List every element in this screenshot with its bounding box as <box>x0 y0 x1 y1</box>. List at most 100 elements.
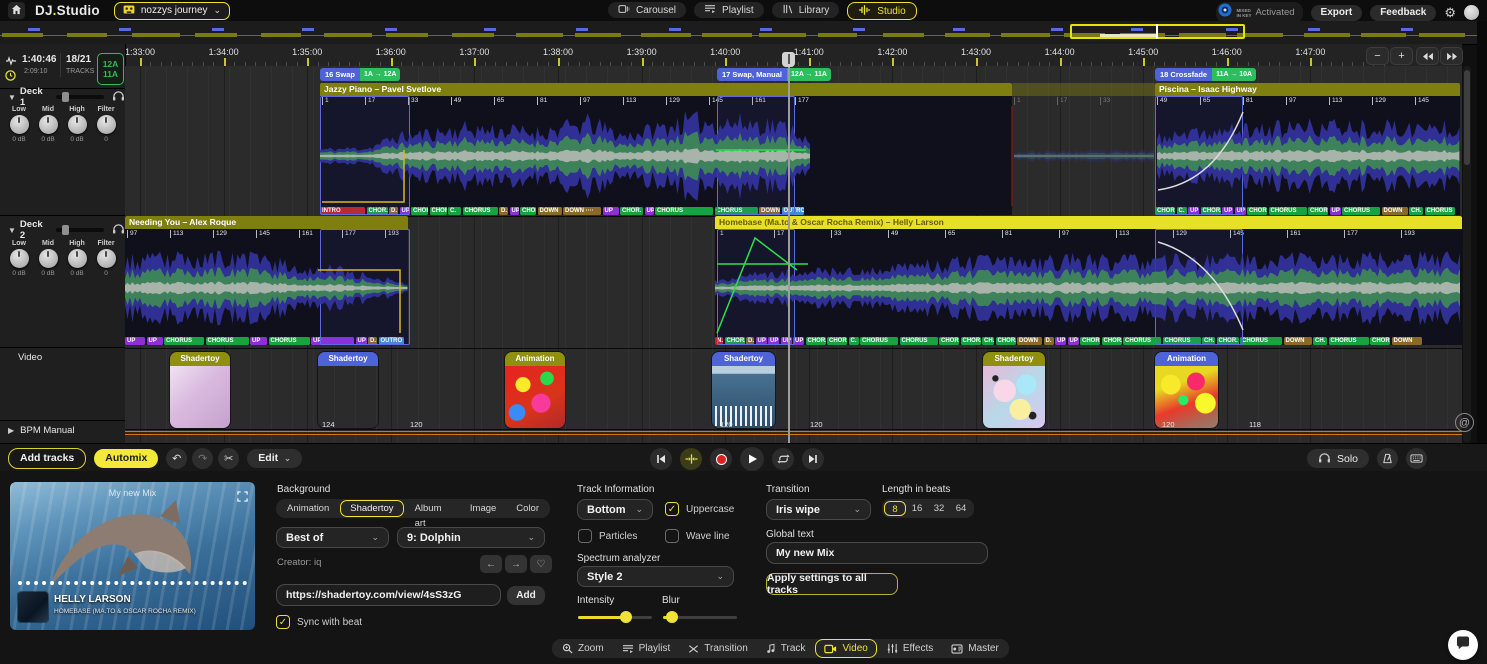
headphones-icon[interactable] <box>112 88 125 106</box>
spectrum-style-dropdown[interactable]: Style 2⌄ <box>577 566 734 587</box>
user-avatar[interactable] <box>1464 5 1479 20</box>
knob-dial[interactable] <box>68 115 87 134</box>
section-chip-chorus[interactable]: CHORUS <box>860 337 898 345</box>
global-text-input[interactable]: My new Mix <box>766 542 988 564</box>
section-chip-chorus[interactable]: CHOR. <box>806 337 826 345</box>
metronome-button[interactable] <box>1377 448 1398 469</box>
knob-dial[interactable] <box>39 249 58 268</box>
nav-tab-carousel[interactable]: Carousel <box>608 2 686 18</box>
settings-gear-icon[interactable]: ⚙ <box>1444 5 1456 20</box>
background-tab-album-art[interactable]: Album art <box>406 501 459 516</box>
section-chip-up[interactable]: UP <box>603 207 619 215</box>
nav-tab-library[interactable]: Library <box>772 2 840 18</box>
zoom-in-button[interactable]: + <box>1390 47 1413 65</box>
bpm-automation-line[interactable] <box>125 431 1462 435</box>
eq-knob-mid[interactable]: Mid0 dB <box>35 106 61 143</box>
section-chip-chorus[interactable]: CHOR. <box>1102 337 1122 345</box>
track-header[interactable]: Piscina – Isaac Highway <box>1155 83 1460 96</box>
transition-box-deck2[interactable] <box>717 229 795 345</box>
track-header[interactable]: Homebase (Ma.to & Oscar Rocha Remix) – H… <box>715 216 1462 229</box>
section-chip-chorus[interactable]: C. <box>448 207 461 215</box>
bottom-tab-transition[interactable]: Transition <box>680 640 756 657</box>
section-chip-chorus[interactable]: CHOR. <box>1370 337 1390 345</box>
forward-button[interactable] <box>1440 47 1463 65</box>
intensity-slider[interactable] <box>578 616 652 619</box>
knob-dial[interactable] <box>97 115 116 134</box>
text-position-dropdown[interactable]: Bottom⌄ <box>577 499 653 520</box>
bottom-tab-video[interactable]: Video <box>815 639 876 658</box>
knob-dial[interactable] <box>68 249 87 268</box>
section-chip-chorus[interactable]: CHORUS <box>1342 207 1380 215</box>
section-chip-chorus[interactable]: CHOR. <box>827 337 847 345</box>
uppercase-checkbox[interactable]: ✓ <box>665 502 679 516</box>
headphones-icon[interactable] <box>112 221 125 239</box>
section-chip-chorus[interactable]: CHORUS <box>269 337 310 345</box>
uppercase-row[interactable]: ✓ Uppercase <box>665 502 734 516</box>
video-clip[interactable]: Shadertoy <box>318 352 378 428</box>
shortcuts-keyboard-button[interactable] <box>1406 448 1427 469</box>
background-tab-color[interactable]: Color <box>507 501 548 516</box>
track-header-ghost[interactable] <box>1012 83 1155 96</box>
accessibility-icon[interactable]: @ <box>1455 413 1474 432</box>
playhead-handle[interactable] <box>782 52 795 67</box>
solo-button[interactable]: Solo <box>1307 449 1369 468</box>
vertical-scrollbar[interactable] <box>1463 66 1471 443</box>
length-option-64[interactable]: 64 <box>950 501 972 516</box>
section-chip-chorus[interactable]: CH. <box>982 337 994 345</box>
mixed-in-key-status[interactable]: MIXEDIN KEY Activated <box>1216 2 1302 23</box>
edit-menu-button[interactable]: Edit⌄ <box>247 449 302 468</box>
eq-knob-mid[interactable]: Mid0 dB <box>35 240 61 277</box>
cut-button[interactable]: ✂ <box>218 448 239 469</box>
video-preview[interactable]: My new Mix HELLY LARSON HOMEBASE (MA.TO … <box>10 482 255 630</box>
add-tracks-button[interactable]: Add tracks <box>8 448 86 469</box>
section-chip-chorus[interactable]: CHORUS <box>900 337 938 345</box>
length-option-16[interactable]: 16 <box>906 501 928 516</box>
sync-with-beat-checkbox[interactable]: ✓ <box>276 615 290 629</box>
section-chip-chorus[interactable]: CH. <box>1409 207 1423 215</box>
transition-box-deck2[interactable] <box>1155 229 1243 345</box>
apply-settings-button[interactable]: Apply settings to all tracks <box>766 573 898 595</box>
section-chip-up[interactable]: UP <box>1068 337 1079 345</box>
rewind-button[interactable] <box>1416 47 1439 65</box>
feedback-button[interactable]: Feedback <box>1370 5 1436 21</box>
section-chip-chorus[interactable]: CHORUS <box>1425 207 1455 215</box>
section-chip-chorus[interactable]: CHORUS <box>1269 207 1307 215</box>
section-chip-chorus[interactable]: CHOR. <box>961 337 981 345</box>
transition-box-deck1[interactable] <box>717 96 795 215</box>
background-tab-shadertoy[interactable]: Shadertoy <box>340 500 403 517</box>
project-selector[interactable]: nozzys journey ⌄ <box>114 2 230 20</box>
section-chip-down[interactable]: DOWN <box>1284 337 1312 345</box>
skip-to-end-button[interactable] <box>802 448 824 470</box>
knob-dial[interactable] <box>10 249 29 268</box>
fullscreen-icon[interactable] <box>237 489 248 507</box>
eq-knob-filter[interactable]: Filter0 <box>93 106 119 143</box>
bpm-track-header[interactable]: ▶ BPM Manual <box>8 425 75 436</box>
section-chip-down[interactable]: DOWN ···· <box>563 207 601 215</box>
follow-playhead-button[interactable] <box>680 448 702 470</box>
video-clip[interactable]: Shadertoy <box>170 352 230 428</box>
bottom-tab-zoom[interactable]: Zoom <box>554 640 612 657</box>
knob-dial[interactable] <box>10 115 29 134</box>
prev-shader-button[interactable]: ← <box>480 555 502 573</box>
export-button[interactable]: Export <box>1311 5 1363 21</box>
next-shader-button[interactable]: → <box>505 555 527 573</box>
section-chip-chorus[interactable]: CHORUS <box>655 207 713 215</box>
section-chip-chorus[interactable]: CHORUS <box>206 337 249 345</box>
eq-knob-high[interactable]: High0 dB <box>64 240 90 277</box>
transition-box-deck2[interactable] <box>320 229 410 345</box>
wave-line-checkbox[interactable]: ✓ <box>665 529 679 543</box>
section-chip-chorus[interactable]: CHOR. <box>430 207 447 215</box>
section-chip-chorus[interactable]: CHORUS <box>1240 337 1282 345</box>
bottom-tab-playlist[interactable]: Playlist <box>614 640 679 657</box>
background-tab-image[interactable]: Image <box>461 501 505 516</box>
deck-1-volume-slider[interactable] <box>56 95 104 99</box>
section-chip-chorus[interactable]: CHOR. <box>1308 207 1328 215</box>
section-chip-up[interactable]: UP <box>510 207 519 215</box>
record-button[interactable] <box>710 448 732 470</box>
wave-line-row[interactable]: ✓ Wave line <box>665 529 730 543</box>
length-option-32[interactable]: 32 <box>928 501 950 516</box>
bottom-tab-master[interactable]: Master <box>943 640 1007 657</box>
shadertoy-category-dropdown[interactable]: Best of⌄ <box>276 527 389 548</box>
section-chip-chorus[interactable]: CHORUS <box>164 337 204 345</box>
section-chip-up[interactable]: UP <box>125 337 145 345</box>
